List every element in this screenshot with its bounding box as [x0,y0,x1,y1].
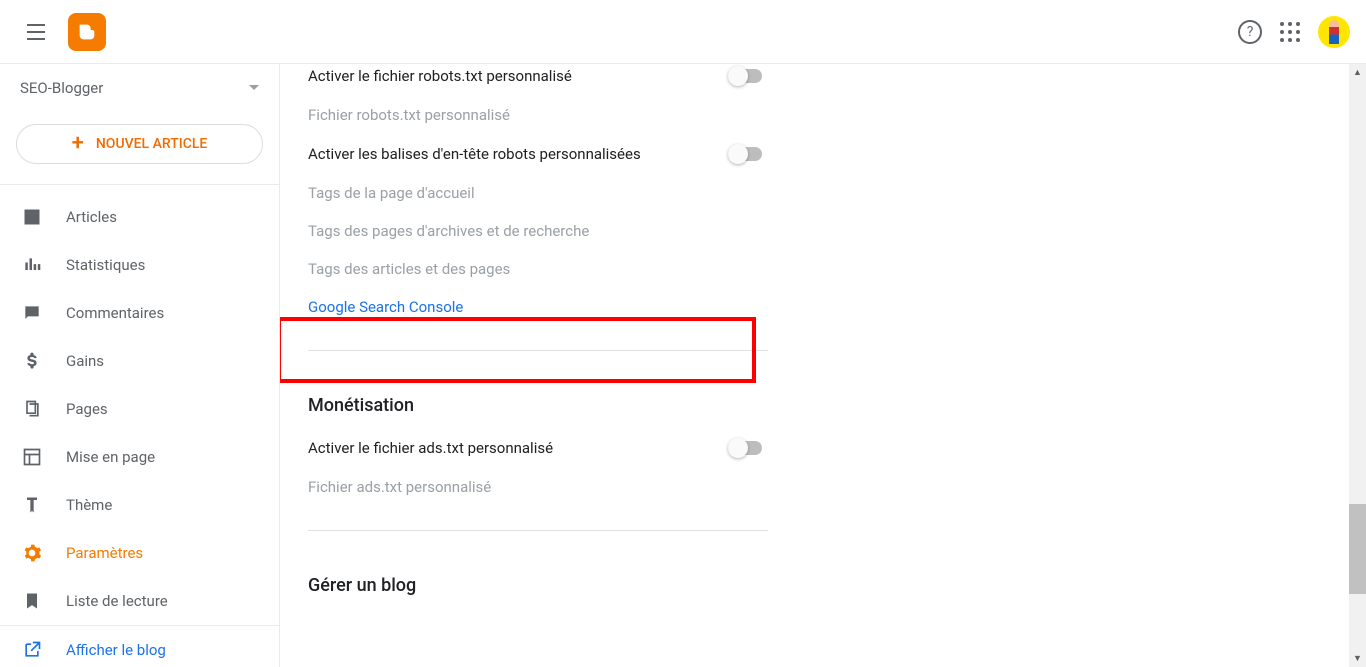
sidebar-item-statistiques[interactable]: Statistiques [0,241,279,289]
nav-label: Liste de lecture [66,592,168,610]
main-content: Robots d'exploration et indexation Activ… [280,64,1366,667]
stats-icon [20,253,44,277]
toggle-switch[interactable] [728,66,764,86]
hamburger-icon[interactable] [16,12,56,52]
nav-label: Paramètres [66,544,143,562]
topbar: ? [0,0,1366,64]
nav-label: Afficher le blog [66,641,166,659]
nav-label: Commentaires [66,304,164,322]
theme-icon [20,493,44,517]
gear-icon [20,541,44,565]
bookmark-icon [20,589,44,613]
container: SEO-Blogger + NOUVEL ARTICLE Articles St… [0,64,1366,667]
vertical-scrollbar[interactable]: ▲ ▼ [1349,64,1366,667]
layout-icon [20,445,44,469]
setting-label: Activer le fichier robots.txt personnali… [308,67,728,85]
setting-tags-articles: Tags des articles et des pages [308,250,1338,288]
apps-icon[interactable] [1280,22,1300,42]
section-monetisation-header: Monétisation [308,375,1338,428]
scroll-up-arrow[interactable]: ▲ [1349,64,1366,81]
blog-selector[interactable]: SEO-Blogger [0,64,279,112]
topbar-right: ? [1238,16,1350,48]
earnings-icon [20,349,44,373]
blogger-logo[interactable] [68,13,106,51]
setting-label-disabled: Tags des pages d'archives et de recherch… [308,222,728,240]
sidebar-item-view-blog[interactable]: Afficher le blog [0,625,279,667]
google-search-console-link[interactable]: Google Search Console [308,288,1338,326]
divider [308,350,768,351]
sidebar-item-theme[interactable]: Thème [0,481,279,529]
nav-label: Gains [66,352,104,370]
new-post-button[interactable]: + NOUVEL ARTICLE [16,124,263,164]
avatar-figure [1329,20,1339,44]
article-icon [20,205,44,229]
pages-icon [20,397,44,421]
setting-robots-txt-activate[interactable]: Activer le fichier robots.txt personnali… [308,64,1338,96]
nav-label: Mise en page [66,448,155,466]
sidebar-item-parametres[interactable]: Paramètres [0,529,279,577]
scroll-down-arrow[interactable]: ▼ [1349,650,1366,667]
nav-label: Statistiques [66,256,145,274]
toggle-switch[interactable] [728,438,764,458]
setting-label-disabled: Fichier robots.txt personnalisé [308,106,728,124]
nav-label: Pages [66,400,108,418]
scrollbar-thumb[interactable] [1349,504,1366,594]
new-post-label: NOUVEL ARTICLE [96,136,207,152]
blogger-logo-icon [76,21,98,43]
nav-list: Articles Statistiques Commentaires Gains… [0,185,279,667]
sidebar-item-commentaires[interactable]: Commentaires [0,289,279,337]
setting-label-disabled: Tags des articles et des pages [308,260,728,278]
sidebar-item-reading-list[interactable]: Liste de lecture [0,577,279,625]
comments-icon [20,301,44,325]
setting-label-disabled: Tags de la page d'accueil [308,184,728,202]
plus-icon: + [72,133,84,155]
setting-ads-txt-activate[interactable]: Activer le fichier ads.txt personnalisé [308,428,1338,468]
divider [308,530,768,531]
sidebar-item-layout[interactable]: Mise en page [0,433,279,481]
setting-label: Activer les balises d'en-tête robots per… [308,145,728,163]
setting-tags-archives: Tags des pages d'archives et de recherch… [308,212,1338,250]
setting-label: Activer le fichier ads.txt personnalisé [308,439,728,457]
setting-tags-home: Tags de la page d'accueil [308,174,1338,212]
setting-robots-txt-file: Fichier robots.txt personnalisé [308,96,1338,134]
section-gerer-blog-header: Gérer un blog [308,555,1338,608]
setting-ads-txt-file: Fichier ads.txt personnalisé [308,468,1338,506]
nav-label: Articles [66,208,117,226]
help-icon[interactable]: ? [1238,20,1262,44]
toggle-switch[interactable] [728,144,764,164]
blog-name: SEO-Blogger [20,79,103,97]
sidebar-item-gains[interactable]: Gains [0,337,279,385]
sidebar-item-articles[interactable]: Articles [0,193,279,241]
topbar-left [16,12,106,52]
chevron-down-icon [249,85,259,91]
avatar[interactable] [1318,16,1350,48]
sidebar: SEO-Blogger + NOUVEL ARTICLE Articles St… [0,64,280,667]
sidebar-item-pages[interactable]: Pages [0,385,279,433]
nav-label: Thème [66,496,112,514]
setting-robots-header-activate[interactable]: Activer les balises d'en-tête robots per… [308,134,1338,174]
external-link-icon [20,638,44,662]
setting-label-disabled: Fichier ads.txt personnalisé [308,478,728,496]
